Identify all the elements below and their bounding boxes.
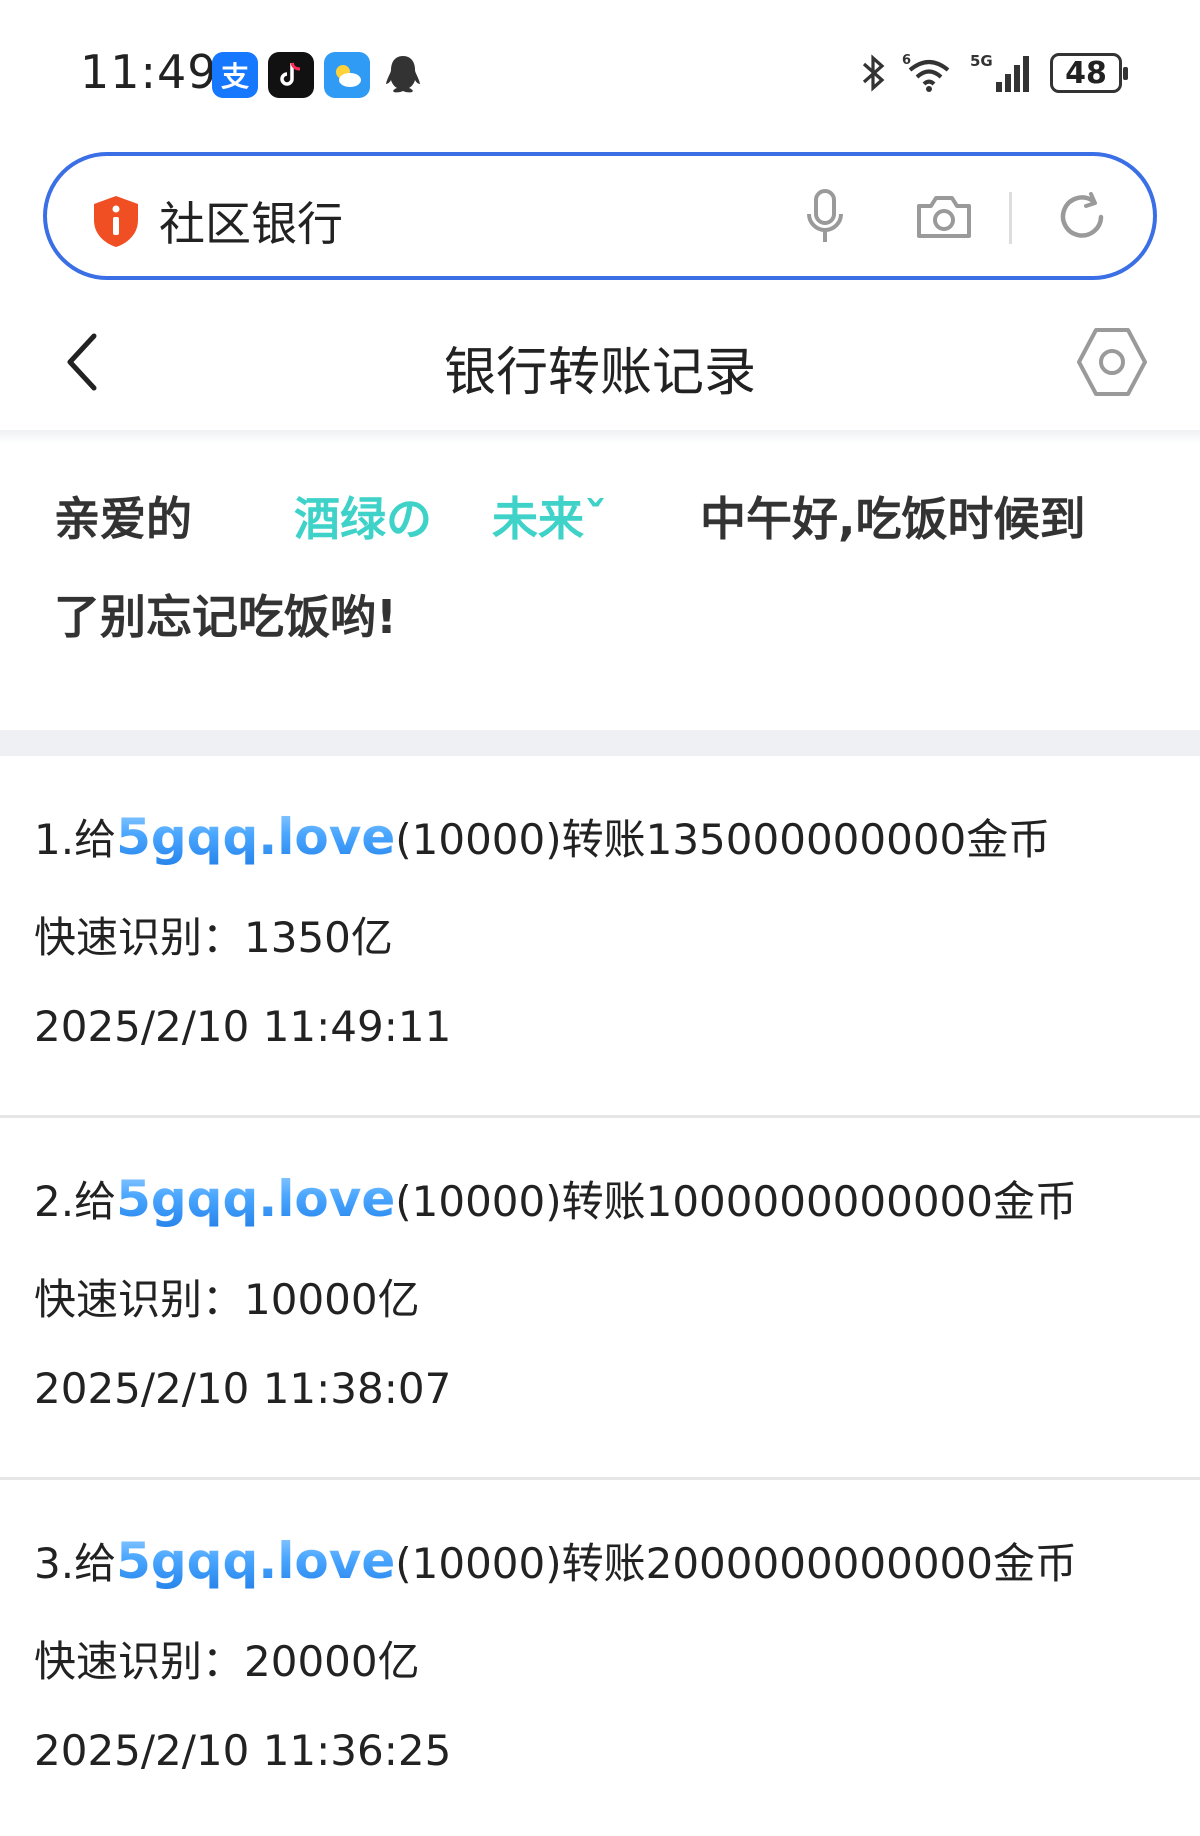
greeting-line-1: 亲爱的 酒绿の 未来ˇ 中午好,吃饭时候到 (54, 470, 1154, 568)
record-datetime: 2025/2/10 11:49:11 (34, 1002, 452, 1051)
record-datetime: 2025/2/10 11:36:25 (34, 1726, 452, 1775)
wifi-icon: 6 (902, 53, 950, 92)
transfer-record[interactable]: 1.给5gqq.love(10000)转账135000000000金币 快速识别… (0, 756, 1200, 1118)
bluetooth-icon (862, 54, 885, 92)
recipient-name: 5gqq.love (116, 808, 396, 866)
weather-icon (324, 52, 370, 98)
tiktok-icon (268, 52, 314, 98)
clock: 11:49 (80, 45, 218, 99)
record-detail: (10000)转账135000000000金币 (395, 815, 1051, 864)
record-quick-id: 快速识别：20000亿 (34, 1628, 420, 1689)
signal-5g-icon: 5G (970, 52, 1029, 92)
svg-text:6: 6 (902, 53, 911, 68)
search-divider (1009, 192, 1012, 244)
camera-icon[interactable] (915, 192, 973, 240)
page-title: 银行转账记录 (443, 343, 756, 403)
microphone-icon[interactable] (805, 188, 845, 246)
record-index: 3.给 (34, 1539, 117, 1588)
settings-hexagon-icon[interactable] (1074, 324, 1150, 400)
user-nickname-part1: 酒绿の (294, 492, 432, 546)
greeting-message: 亲爱的 酒绿の 未来ˇ 中午好,吃饭时候到 了别忘记吃饭哟! (54, 470, 1154, 666)
record-summary: 1.给5gqq.love(10000)转账135000000000金币 (34, 806, 1050, 867)
quick-id-value: 10000亿 (244, 1275, 420, 1324)
greeting-prefix: 亲爱的 (54, 492, 192, 546)
status-bar: 11:49 支 6 5G 48 (0, 0, 1200, 150)
qq-icon (380, 52, 426, 98)
transfer-record[interactable]: 3.给5gqq.love(10000)转账2000000000000金币 快速识… (0, 1480, 1200, 1836)
transfer-record-list: 1.给5gqq.love(10000)转账135000000000金币 快速识别… (0, 756, 1200, 1836)
quick-id-label: 快速识别： (34, 913, 245, 962)
refresh-icon[interactable] (1055, 190, 1109, 244)
record-summary: 3.给5gqq.love(10000)转账2000000000000金币 (34, 1530, 1077, 1591)
quick-id-value: 20000亿 (244, 1637, 420, 1686)
record-index: 1.给 (34, 815, 117, 864)
system-status: 6 5G 48 (860, 52, 1128, 94)
section-divider (0, 730, 1200, 756)
search-input[interactable]: 社区银行 (159, 188, 343, 254)
record-quick-id: 快速识别：1350亿 (34, 904, 393, 965)
greeting-line-2: 了别忘记吃饭哟! (54, 590, 397, 644)
address-search-bar[interactable]: 社区银行 (43, 152, 1157, 280)
page-header: 银行转账记录 (0, 300, 1200, 430)
header-shadow (0, 430, 1200, 444)
greeting-suffix: 中午好,吃饭时候到 (700, 492, 1086, 546)
battery-icon: 48 (1050, 53, 1128, 93)
record-summary: 2.给5gqq.love(10000)转账1000000000000金币 (34, 1168, 1077, 1229)
recipient-name: 5gqq.love (116, 1170, 396, 1228)
record-detail: (10000)转账2000000000000金币 (395, 1539, 1077, 1588)
alipay-icon: 支 (212, 52, 258, 98)
quick-id-label: 快速识别： (34, 1637, 245, 1686)
shield-warning-icon[interactable] (89, 194, 143, 248)
record-quick-id: 快速识别：10000亿 (34, 1266, 420, 1327)
transfer-record[interactable]: 2.给5gqq.love(10000)转账1000000000000金币 快速识… (0, 1118, 1200, 1480)
recipient-name: 5gqq.love (116, 1532, 396, 1590)
quick-id-label: 快速识别： (34, 1275, 245, 1324)
user-nickname-part2: 未来ˇ (492, 492, 607, 546)
record-index: 2.给 (34, 1177, 117, 1226)
svg-text:5G: 5G (970, 52, 993, 70)
record-datetime: 2025/2/10 11:38:07 (34, 1364, 452, 1413)
record-detail: (10000)转账1000000000000金币 (395, 1177, 1077, 1226)
notification-icons: 支 (212, 52, 426, 98)
quick-id-value: 1350亿 (244, 913, 393, 962)
